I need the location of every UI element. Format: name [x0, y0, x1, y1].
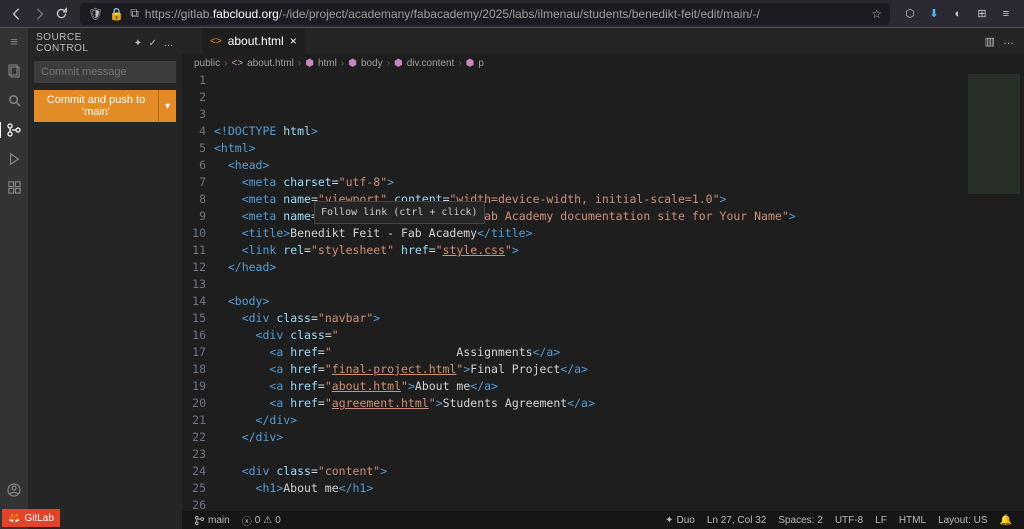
- code-editor[interactable]: 1234567891011121314151617181920212223242…: [182, 72, 1024, 511]
- menu-toggle-icon[interactable]: ≡: [10, 34, 18, 49]
- tab-more-icon[interactable]: …: [1003, 35, 1014, 47]
- statusbar: main ⓧ 0 ⚠ 0 ✦ Duo Ln 27, Col 32 Spaces:…: [182, 511, 1024, 529]
- url-text: https://gitlab.fabcloud.org/-/ide/projec…: [145, 7, 760, 21]
- commit-check-icon[interactable]: ✓: [149, 38, 158, 49]
- branch-indicator[interactable]: main: [188, 515, 236, 526]
- file-icon: <>: [210, 36, 222, 47]
- shield-icon: 🛡: [88, 7, 103, 21]
- gitlab-badge[interactable]: 🦊 GitLab: [2, 509, 60, 527]
- eol-indicator[interactable]: LF: [869, 515, 893, 526]
- browser-toolbar: 🛡 🔒 ⧉ https://gitlab.fabcloud.org/-/ide/…: [0, 0, 1024, 28]
- tab-bar: <> about.html × ▥ …: [182, 28, 1024, 54]
- extensions-icon[interactable]: ⊞: [970, 3, 994, 25]
- commit-push-button[interactable]: Commit and push to 'main': [34, 90, 158, 122]
- bookmark-star-icon[interactable]: ☆: [871, 7, 882, 21]
- downloads-icon[interactable]: ⬇: [922, 3, 946, 25]
- split-editor-icon[interactable]: ▥: [985, 35, 995, 48]
- pocket-icon[interactable]: ⬡: [898, 3, 922, 25]
- explorer-icon[interactable]: [6, 63, 22, 79]
- language-indicator[interactable]: HTML: [893, 515, 932, 526]
- tab-label: about.html: [228, 34, 284, 48]
- search-icon[interactable]: [7, 93, 22, 108]
- activity-bar: ≡: [0, 28, 28, 529]
- forward-button[interactable]: [28, 3, 50, 25]
- main-editor: <> about.html × ▥ … public› <>about.html…: [182, 28, 1024, 529]
- source-control-icon[interactable]: [0, 122, 27, 138]
- commit-dropdown-button[interactable]: ▾: [158, 90, 176, 122]
- ai-action-icon[interactable]: ✦: [134, 38, 143, 49]
- permissions-icon: ⧉: [130, 6, 139, 21]
- minimap[interactable]: [964, 72, 1024, 511]
- url-bar[interactable]: 🛡 🔒 ⧉ https://gitlab.fabcloud.org/-/ide/…: [80, 3, 890, 25]
- sidebar-title: SOURCE CONTROL: [36, 32, 134, 54]
- breadcrumb[interactable]: public› <>about.html› ⬢html› ⬢body› ⬢div…: [182, 54, 1024, 72]
- menu-icon[interactable]: ≡: [994, 3, 1018, 25]
- account-icon[interactable]: ◐: [946, 3, 970, 25]
- problems-indicator[interactable]: ⓧ 0 ⚠ 0: [236, 513, 287, 528]
- lock-icon: 🔒: [109, 7, 124, 21]
- indent-indicator[interactable]: Spaces: 2: [772, 515, 828, 526]
- reload-button[interactable]: [50, 3, 72, 25]
- duo-indicator[interactable]: ✦ Duo: [659, 515, 701, 526]
- link-tooltip: Follow link (ctrl + click): [314, 201, 485, 224]
- cursor-position[interactable]: Ln 27, Col 32: [701, 515, 773, 526]
- sidebar: SOURCE CONTROL ✦ ✓ … Commit and push to …: [28, 28, 182, 529]
- encoding-indicator[interactable]: UTF-8: [829, 515, 869, 526]
- notifications-icon[interactable]: 🔔: [994, 515, 1018, 526]
- commit-message-input[interactable]: [34, 61, 176, 83]
- back-button[interactable]: [6, 3, 28, 25]
- tab-about-html[interactable]: <> about.html ×: [202, 28, 306, 54]
- extensions-panel-icon[interactable]: [7, 180, 22, 195]
- close-icon[interactable]: ×: [290, 34, 297, 48]
- account-circle-icon[interactable]: [6, 482, 22, 498]
- run-debug-icon[interactable]: [7, 152, 21, 166]
- more-actions-icon[interactable]: …: [164, 38, 175, 49]
- layout-indicator[interactable]: Layout: US: [932, 515, 993, 526]
